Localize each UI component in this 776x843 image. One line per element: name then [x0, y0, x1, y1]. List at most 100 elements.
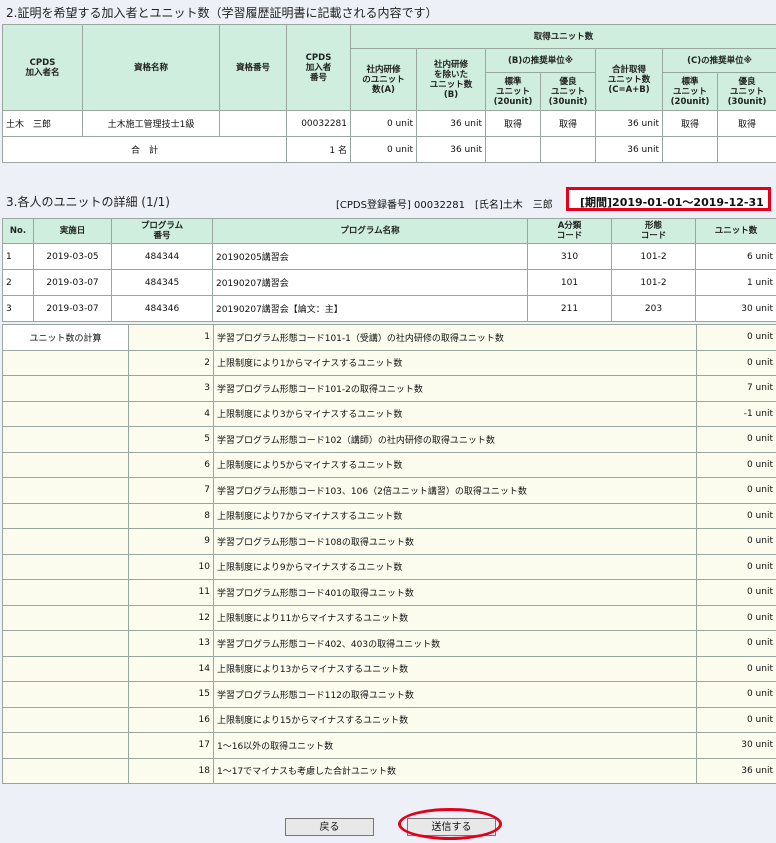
calc-description: 上限制度により9からマイナスするユニット数 — [213, 553, 697, 580]
calc-label-blank — [2, 502, 129, 529]
cell-cpds-number: 00032281 — [286, 110, 351, 137]
calc-label-blank — [2, 655, 129, 682]
applicant-summary-table: CPDS 加入者名 資格名称 資格番号 CPDS 加入者 番号 取得ユニット数 … — [2, 24, 776, 163]
unit-detail-table: No. 実施日 プログラム 番号 プログラム名称 A分類 コード 形態 コード … — [2, 218, 776, 322]
calc-row: 11 学習プログラム形態コード401の取得ユニット数 0 unit — [2, 579, 776, 606]
section3-title: 3.各人のユニットの詳細 (1/1) — [6, 195, 170, 209]
calc-value: 0 unit — [696, 477, 776, 504]
calc-description: 学習プログラム形態コード102（講師）の社内研修の取得ユニット数 — [213, 426, 697, 453]
calc-label-blank — [2, 477, 129, 504]
total-row: 合 計 1 名 0 unit 36 unit 36 unit — [2, 136, 776, 163]
cell-program-name: 20190207講習会 — [212, 269, 528, 296]
header-excluding: 社内研修 を除いた ユニット数 (B) — [416, 48, 486, 111]
calc-value: 0 unit — [696, 681, 776, 708]
total-count: 1 名 — [286, 136, 351, 163]
calc-row: 7 学習プログラム形態コード103、106（2倍ユニット講習）の取得ユニット数 0 … — [2, 477, 776, 504]
header-b-excellent: 優良 ユニット (30unit) — [540, 72, 596, 111]
calc-row: 16 上限制度により15からマイナスするユニット数 0 unit — [2, 706, 776, 733]
calc-label-blank — [2, 604, 129, 631]
header-form-code: 形態 コード — [611, 218, 696, 244]
calc-label-blank — [2, 375, 129, 402]
calc-number: 9 — [128, 528, 214, 555]
calc-value: 0 unit — [696, 324, 776, 351]
calc-value: 0 unit — [696, 655, 776, 682]
total-label: 合 計 — [2, 136, 287, 163]
calc-value: 30 unit — [696, 732, 776, 759]
calc-description: 学習プログラム形態コード401の取得ユニット数 — [213, 579, 697, 606]
calc-number: 10 — [128, 553, 214, 580]
calc-row: 3 学習プログラム形態コード101-2の取得ユニット数 7 unit — [2, 375, 776, 402]
cell-b-standard: 取得 — [485, 110, 541, 137]
calc-description: 1～16以外の取得ユニット数 — [213, 732, 697, 759]
cell-a-code: 101 — [527, 269, 612, 296]
calc-label-blank — [2, 553, 129, 580]
calc-value: 0 unit — [696, 553, 776, 580]
cell-name: 土木 三郎 — [2, 110, 83, 137]
calc-number: 14 — [128, 655, 214, 682]
calc-row: 9 学習プログラム形態コード108の取得ユニット数 0 unit — [2, 528, 776, 555]
calc-number: 1 — [128, 324, 214, 351]
calc-description: 学習プログラム形態コード112の取得ユニット数 — [213, 681, 697, 708]
cell-program-name: 20190207講習会【論文：主】 — [212, 295, 528, 322]
back-button[interactable]: 戻る — [285, 818, 374, 836]
header-acquired-units: 取得ユニット数 — [349, 24, 776, 49]
calc-label-blank — [2, 732, 129, 759]
cell-no: 1 — [2, 243, 34, 270]
calc-value: 0 unit — [696, 604, 776, 631]
calc-row: 5 学習プログラム形態コード102（講師）の社内研修の取得ユニット数 0 unit — [2, 426, 776, 453]
table-row: 3 2019-03-07 484346 20190207講習会【論文：主】 21… — [2, 295, 776, 322]
calc-row: 17 1～16以外の取得ユニット数 30 unit — [2, 732, 776, 759]
calc-row: 4 上限制度により3からマイナスするユニット数 -1 unit — [2, 400, 776, 427]
calc-value: 0 unit — [696, 502, 776, 529]
total-units: 36 unit — [595, 136, 663, 163]
cell-a-code: 310 — [527, 243, 612, 270]
calc-value: 0 unit — [696, 426, 776, 453]
calc-row: 10 上限制度により9からマイナスするユニット数 0 unit — [2, 553, 776, 580]
calc-row: 15 学習プログラム形態コード112の取得ユニット数 0 unit — [2, 681, 776, 708]
unit-calculation-table: ユニット数の計算 1 学習プログラム形態コード101-1（受講）の社内研修の取得ユニ… — [2, 324, 776, 784]
cell-date: 2019-03-05 — [33, 243, 112, 270]
calc-label-blank — [2, 757, 129, 784]
cell-program-number: 484344 — [111, 243, 213, 270]
header-units: ユニット数 — [695, 218, 776, 244]
calc-row: 18 1～17でマイナスも考慮した合計ユニット数 36 unit — [2, 757, 776, 784]
cell-qualification-name: 土木施工管理技士1級 — [82, 110, 220, 137]
calc-description: 学習プログラム形態コード101-2の取得ユニット数 — [213, 375, 697, 402]
cell-no: 3 — [2, 295, 34, 322]
header-program-number: プログラム 番号 — [111, 218, 213, 244]
cell-program-number: 484346 — [111, 295, 213, 322]
calc-number: 7 — [128, 477, 214, 504]
calc-row: ユニット数の計算 1 学習プログラム形態コード101-1（受講）の社内研修の取得ユニ… — [2, 324, 776, 351]
header-program-name: プログラム名称 — [212, 218, 528, 244]
calc-label-blank — [2, 630, 129, 657]
calc-description: 上限制度により11からマイナスするユニット数 — [213, 604, 697, 631]
calc-label-blank — [2, 349, 129, 376]
header-b-recommended: (B)の推奨単位※ — [485, 48, 596, 73]
cell-c-standard: 取得 — [662, 110, 718, 137]
calc-number: 15 — [128, 681, 214, 708]
cell-units: 30 unit — [695, 295, 776, 322]
calc-description: 上限制度により7からマイナスするユニット数 — [213, 502, 697, 529]
header-qualification-name: 資格名称 — [82, 24, 220, 111]
header-qualification-number: 資格番号 — [219, 24, 287, 111]
header-name: CPDS 加入者名 — [2, 24, 83, 111]
cell-no: 2 — [2, 269, 34, 296]
cell-units: 6 unit — [695, 243, 776, 270]
calc-value: 7 unit — [696, 375, 776, 402]
calc-description: 上限制度により3からマイナスするユニット数 — [213, 400, 697, 427]
calc-number: 8 — [128, 502, 214, 529]
calc-row: 12 上限制度により11からマイナスするユニット数 0 unit — [2, 604, 776, 631]
period-label: [期間]2019-01-01～2019-12-31 — [580, 196, 764, 209]
total-excluding: 36 unit — [416, 136, 486, 163]
calc-row: 2 上限制度により1からマイナスするユニット数 0 unit — [2, 349, 776, 376]
calc-number: 2 — [128, 349, 214, 376]
cell-date: 2019-03-07 — [33, 295, 112, 322]
cell-date: 2019-03-07 — [33, 269, 112, 296]
calc-value: -1 unit — [696, 400, 776, 427]
calc-description: 上限制度により1からマイナスするユニット数 — [213, 349, 697, 376]
header-total: 合計取得 ユニット数 (C=A+B) — [595, 48, 663, 111]
calc-number: 5 — [128, 426, 214, 453]
calc-label-blank — [2, 706, 129, 733]
header-c-excellent: 優良 ユニット (30unit) — [716, 72, 776, 111]
header-no: No. — [2, 218, 34, 244]
